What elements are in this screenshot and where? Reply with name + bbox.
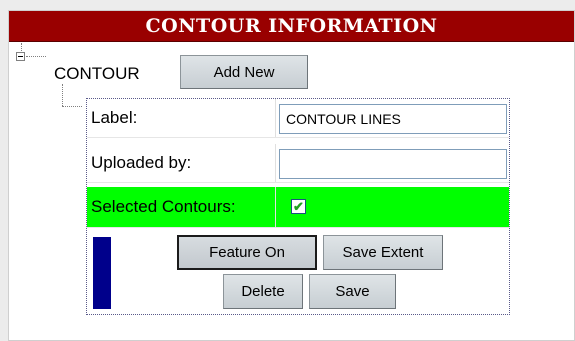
uploaded-by-row: Uploaded by: (87, 144, 509, 183)
cell-divider (275, 99, 276, 137)
label-input[interactable] (279, 104, 507, 134)
panel-header: CONTOUR INFORMATION (9, 11, 574, 42)
tree-connector (21, 43, 22, 51)
collapse-icon[interactable] (16, 52, 25, 61)
save-button[interactable]: Save (309, 274, 396, 309)
add-new-button[interactable]: Add New (180, 55, 308, 89)
save-extent-button[interactable]: Save Extent (323, 235, 443, 270)
uploaded-by-input[interactable] (279, 149, 507, 179)
cell-divider (275, 187, 276, 227)
tree-connector (62, 84, 63, 106)
label-field-label: Label: (91, 108, 138, 127)
label-row: Label: (87, 99, 509, 138)
cell-divider (275, 144, 276, 182)
selected-contours-checkbox[interactable]: ✔ (291, 199, 306, 214)
contour-form: Label: Uploaded by: Selected Contours: ✔… (86, 98, 510, 315)
color-swatch[interactable] (93, 237, 111, 309)
uploaded-by-label: Uploaded by: (91, 153, 192, 172)
selected-contours-label: Selected Contours: (91, 197, 236, 216)
tree-connector (62, 106, 82, 107)
actions-row: Feature On Save Extent Delete Save (87, 227, 509, 315)
feature-on-button[interactable]: Feature On (177, 235, 317, 270)
tree-connector (26, 56, 46, 57)
delete-button[interactable]: Delete (223, 274, 303, 309)
selected-contours-row: Selected Contours: ✔ (87, 187, 509, 228)
tree-node-contour[interactable]: CONTOUR (54, 64, 140, 84)
